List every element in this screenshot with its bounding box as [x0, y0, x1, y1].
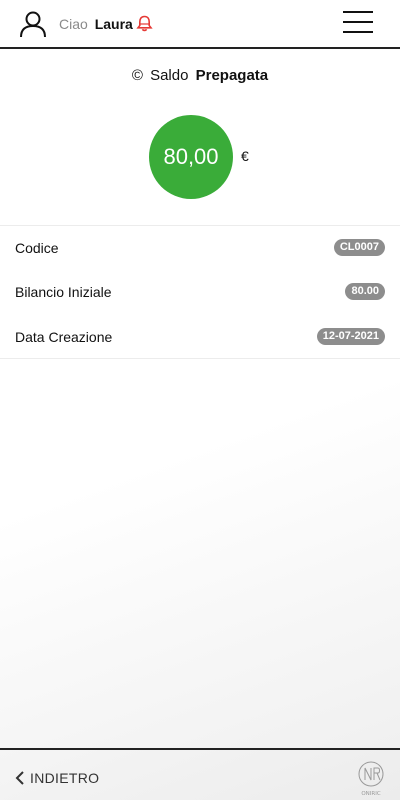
balance-title-prefix: Saldo: [150, 67, 189, 84]
balance-amount-circle: 80,00: [149, 115, 233, 199]
bell-icon[interactable]: [136, 15, 153, 32]
oniric-logo: ONIRIC: [358, 761, 384, 797]
hamburger-menu-icon[interactable]: [343, 11, 373, 35]
copyright-icon: ©: [131, 67, 143, 84]
currency-symbol: €: [241, 148, 249, 164]
detail-value-badge: 80.00: [345, 283, 385, 300]
greeting: Ciao Laura: [59, 15, 133, 33]
detail-row-bilancio-iniziale: Bilancio Iniziale 80.00: [0, 270, 400, 314]
menu-line: [343, 31, 373, 33]
user-name: Laura: [94, 16, 133, 32]
chevron-left-icon: [15, 771, 24, 785]
balance-title: © Saldo Prepagata: [0, 66, 400, 86]
back-button[interactable]: INDIETRO: [14, 770, 99, 786]
app-header: Ciao Laura: [0, 0, 400, 49]
details-list: Codice CL0007 Bilancio Iniziale 80.00 Da…: [0, 225, 400, 359]
back-label: INDIETRO: [30, 770, 100, 786]
menu-line: [343, 11, 373, 13]
user-icon[interactable]: [19, 10, 47, 38]
detail-label: Data Creazione: [15, 329, 113, 345]
footer-bar: INDIETRO ONIRIC: [0, 748, 400, 800]
detail-label: Bilancio Iniziale: [15, 284, 112, 300]
detail-value-badge: 12-07-2021: [316, 328, 385, 345]
greeting-text: Ciao: [59, 16, 88, 32]
detail-value-badge: CL0007: [333, 239, 385, 256]
logo-text: ONIRIC: [361, 791, 381, 797]
detail-row-codice: Codice CL0007: [0, 226, 400, 270]
balance-amount: 80,00: [163, 144, 219, 169]
balance-title-strong: Prepagata: [195, 67, 269, 84]
detail-row-data-creazione: Data Creazione 12-07-2021: [0, 315, 400, 359]
menu-line: [343, 21, 373, 23]
detail-label: Codice: [15, 240, 59, 256]
